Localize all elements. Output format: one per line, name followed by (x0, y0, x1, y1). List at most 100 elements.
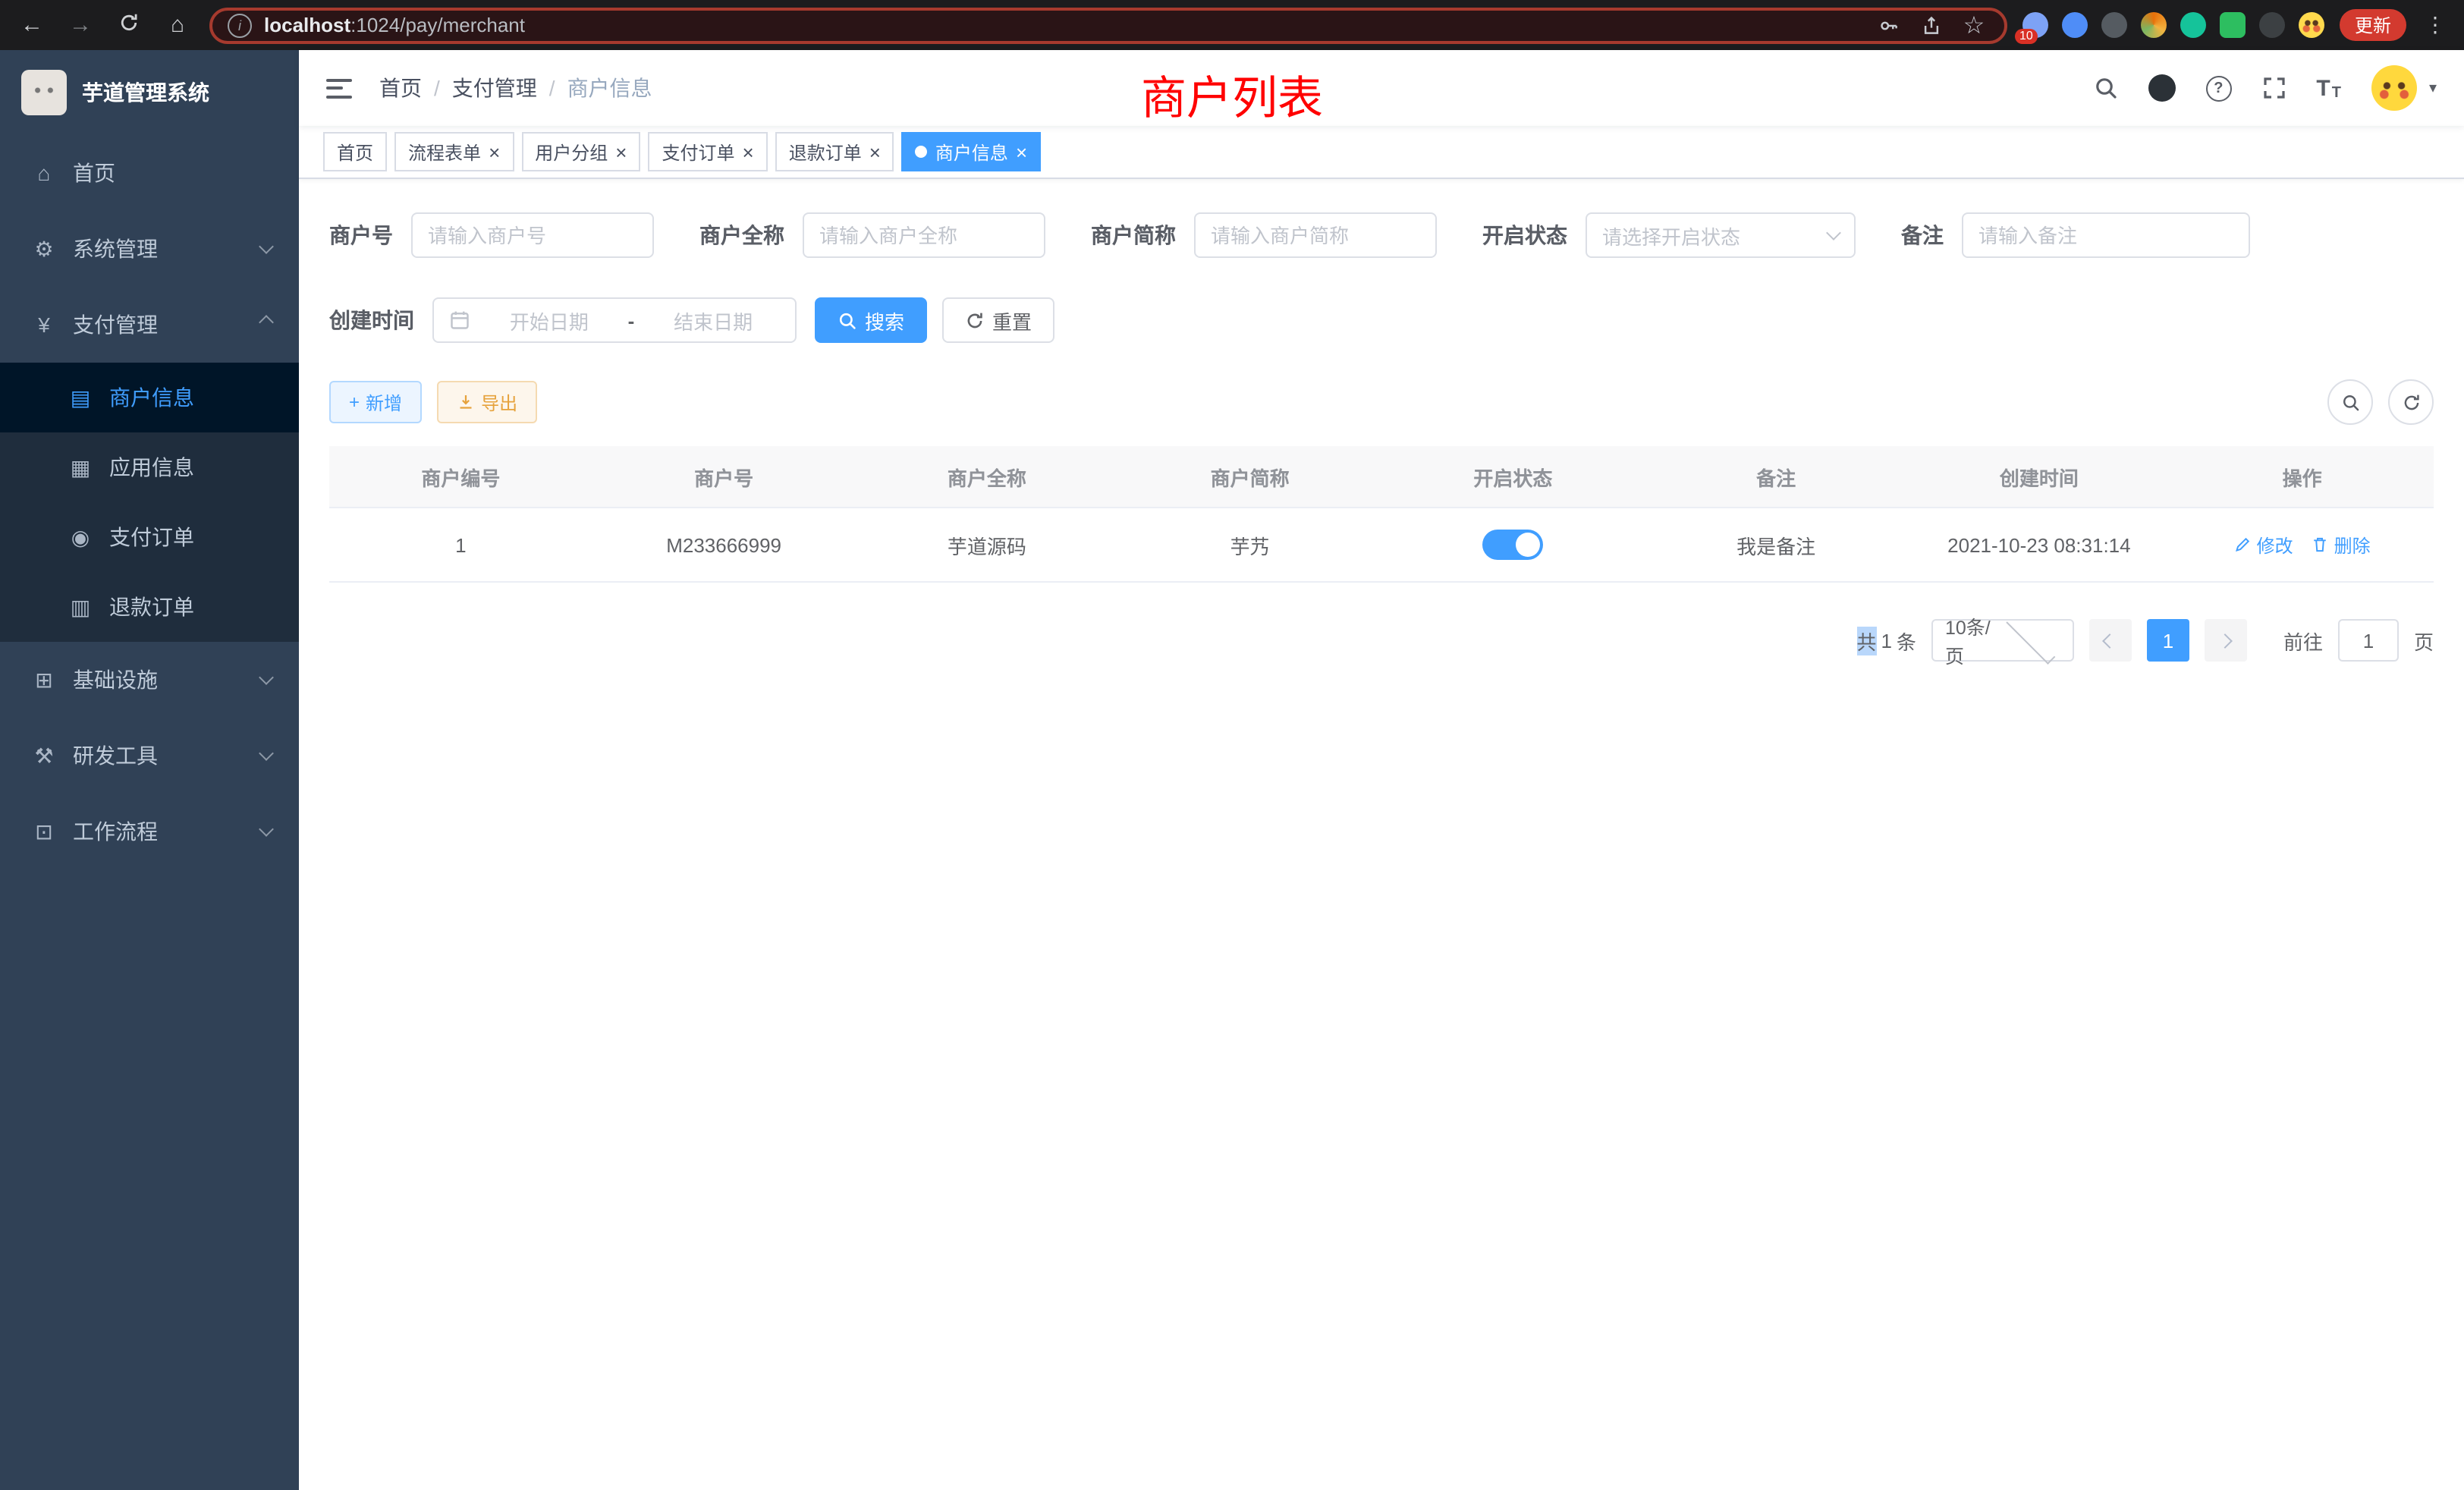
sidebar-subitem-app-info[interactable]: ▦ 应用信息 (0, 432, 299, 502)
edit-link[interactable]: 修改 (2234, 532, 2293, 558)
font-size-icon[interactable]: TT (2316, 75, 2341, 101)
site-info-icon[interactable]: i (228, 13, 252, 37)
help-icon[interactable]: ? (2205, 75, 2231, 101)
browser-refresh-icon[interactable] (112, 11, 146, 39)
browser-forward-icon[interactable]: → (64, 12, 97, 38)
table-header-row: 商户编号 商户号 商户全称 商户简称 开启状态 备注 创建时间 操作 (329, 446, 2434, 508)
fullscreen-icon[interactable] (2261, 76, 2286, 100)
search-button[interactable]: 搜索 (815, 297, 927, 343)
cell-merchant-no: M233666999 (592, 533, 856, 556)
status-toggle[interactable] (1482, 530, 1543, 560)
close-icon[interactable]: × (743, 142, 754, 162)
chevron-up-icon (259, 315, 274, 330)
github-icon[interactable] (2148, 74, 2175, 102)
chevron-down-icon (259, 746, 274, 761)
reset-button[interactable]: 重置 (942, 297, 1054, 343)
user-avatar[interactable] (2371, 65, 2417, 111)
toggle-search-icon[interactable] (2327, 379, 2373, 425)
create-time-range-picker[interactable]: 开始日期 - 结束日期 (432, 297, 797, 343)
browser-update-button[interactable]: 更新 (2340, 9, 2406, 41)
payment-submenu: ▤ 商户信息 ▦ 应用信息 ◉ 支付订单 ▥ 退款订单 (0, 363, 299, 642)
tab-flow-form[interactable]: 流程表单 × (394, 132, 514, 171)
document-icon: ▥ (67, 594, 94, 620)
page-size-select[interactable]: 10条/页 (1931, 619, 2074, 662)
tab-home[interactable]: 首页 (323, 132, 387, 171)
avatar-caret-icon[interactable]: ▾ (2429, 80, 2437, 96)
close-icon[interactable]: × (489, 142, 500, 162)
sidebar-subitem-pay-order[interactable]: ◉ 支付订单 (0, 502, 299, 572)
short-name-label: 商户简称 (1091, 220, 1194, 250)
sidebar-item-workflow[interactable]: ⊡ 工作流程 (0, 794, 299, 869)
extension-emoji-icon[interactable] (2299, 12, 2324, 38)
delete-link[interactable]: 删除 (2312, 532, 2371, 558)
tab-refund-order[interactable]: 退款订单 × (775, 132, 894, 171)
url-bar[interactable]: i localhost:1024/pay/merchant ☆ (209, 7, 2007, 43)
url-host: localhost (264, 14, 350, 36)
close-icon[interactable]: × (1016, 142, 1027, 162)
chevron-down-icon (259, 822, 274, 837)
sidebar-item-home[interactable]: ⌂ 首页 (0, 135, 299, 211)
app-logo[interactable]: 芋道管理系统 (0, 50, 299, 135)
extension-dark-icon[interactable] (2101, 12, 2127, 38)
share-icon[interactable] (1916, 14, 1947, 36)
short-name-input[interactable] (1194, 212, 1437, 258)
gear-icon: ⚙ (30, 236, 58, 262)
cell-actions: 修改 删除 (2170, 532, 2434, 558)
add-button[interactable]: + 新增 (329, 381, 422, 423)
tab-user-group[interactable]: 用户分组 × (521, 132, 640, 171)
status-label: 开启状态 (1482, 220, 1586, 250)
breadcrumb-home[interactable]: 首页 (379, 73, 422, 103)
prev-page-button[interactable] (2089, 619, 2132, 662)
extension-pinwheel-icon[interactable] (2259, 12, 2285, 38)
extension-note-icon[interactable] (2220, 12, 2246, 38)
date-start-placeholder: 开始日期 (482, 306, 616, 335)
sidebar: 芋道管理系统 ⌂ 首页 ⚙ 系统管理 ¥ 支付管理 ▤ 商户信息 (0, 50, 299, 1490)
goto-suffix: 页 (2414, 626, 2434, 655)
sidebar-subitem-refund-order[interactable]: ▥ 退款订单 (0, 572, 299, 642)
extension-color-icon[interactable] (2141, 12, 2167, 38)
calendar-icon (449, 310, 470, 331)
next-page-button[interactable] (2205, 619, 2247, 662)
bookmark-star-icon[interactable]: ☆ (1959, 10, 1989, 40)
full-name-label: 商户全称 (699, 220, 803, 250)
goto-label: 前往 (2283, 626, 2323, 655)
header-search-icon[interactable] (2093, 76, 2117, 100)
sidebar-item-payment[interactable]: ¥ 支付管理 (0, 287, 299, 363)
remark-input[interactable] (1962, 212, 2250, 258)
chevron-down-icon (1826, 225, 1841, 240)
cell-full-name: 芋道源码 (856, 530, 1119, 559)
sidebar-collapse-icon[interactable] (326, 78, 352, 98)
sidebar-subitem-merchant-info[interactable]: ▤ 商户信息 (0, 363, 299, 432)
main-area: 首页 / 支付管理 / 商户信息 ? TT (299, 50, 2464, 1490)
browser-back-icon[interactable]: ← (15, 12, 49, 38)
browser-menu-icon[interactable]: ⋮ (2422, 12, 2449, 38)
goto-page-input[interactable] (2338, 619, 2399, 662)
browser-home-icon[interactable]: ⌂ (161, 12, 194, 38)
sidebar-item-system[interactable]: ⚙ 系统管理 (0, 211, 299, 287)
extension-green-check-icon[interactable] (2180, 12, 2206, 38)
workflow-icon: ⊡ (30, 819, 58, 844)
breadcrumb-payment[interactable]: 支付管理 (452, 73, 537, 103)
tab-merchant-info[interactable]: 商户信息 × (902, 132, 1041, 171)
full-name-input[interactable] (803, 212, 1045, 258)
chevron-right-icon (2218, 633, 2233, 648)
password-key-icon[interactable] (1874, 14, 1904, 36)
tab-pay-order[interactable]: 支付订单 × (648, 132, 767, 171)
close-icon[interactable]: × (869, 142, 881, 162)
chevron-down-icon (259, 239, 274, 254)
sidebar-item-infra[interactable]: ⊞ 基础设施 (0, 642, 299, 718)
export-button[interactable]: 导出 (437, 381, 537, 423)
refresh-table-icon[interactable] (2388, 379, 2434, 425)
sidebar-item-devtools[interactable]: ⚒ 研发工具 (0, 718, 299, 794)
cell-remark: 我是备注 (1645, 530, 1908, 559)
page-number-button[interactable]: 1 (2147, 619, 2189, 662)
status-select[interactable]: 请选择开启状态 (1586, 212, 1856, 258)
app-title: 芋道管理系统 (82, 77, 209, 108)
chevron-down-icon (259, 670, 274, 685)
extension-drop-icon[interactable] (2062, 12, 2088, 38)
logo-avatar (21, 70, 67, 115)
chevron-left-icon (2103, 633, 2118, 648)
merchant-no-input[interactable] (411, 212, 654, 258)
close-icon[interactable]: × (615, 142, 627, 162)
extension-puzzle-icon[interactable]: 10 (2022, 12, 2048, 38)
